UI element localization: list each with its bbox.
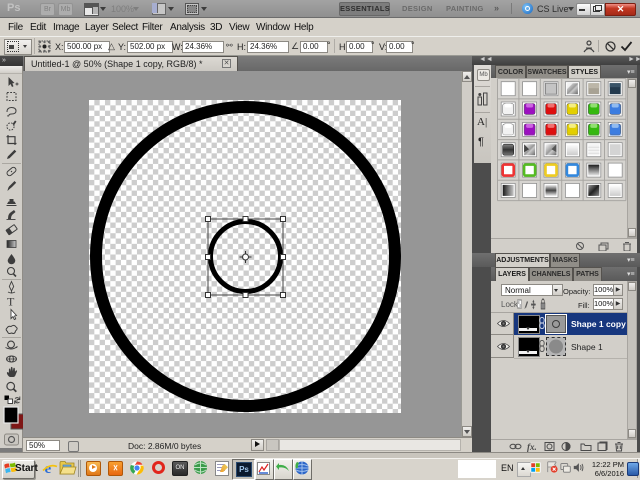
svg-text:fx.: fx. bbox=[527, 442, 537, 452]
svg-text:T: T bbox=[7, 295, 15, 309]
